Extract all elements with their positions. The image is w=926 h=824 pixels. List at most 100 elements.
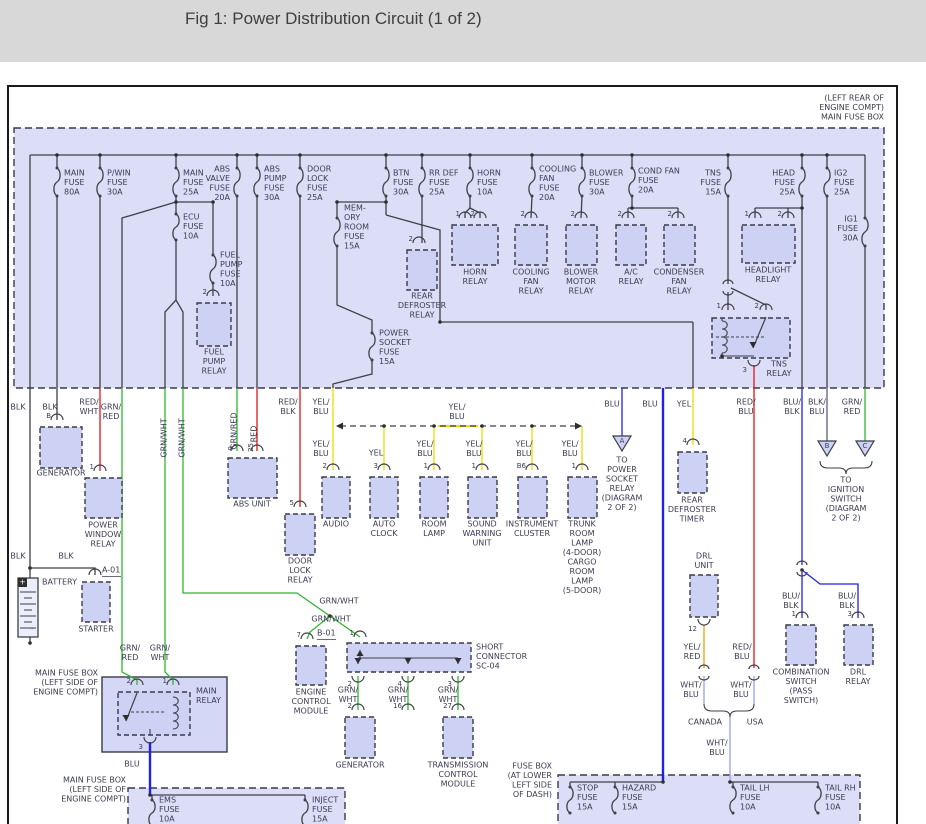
fuse-label-head-25a: HEAD: [772, 169, 795, 178]
junction-dot: [174, 200, 178, 204]
component-blower-motor-relay: [566, 225, 597, 265]
fuse-terminal: [212, 282, 215, 285]
pin-number: 2: [203, 288, 207, 296]
fuse-terminal: [236, 195, 239, 198]
component-label-auto-clock: CLOCK: [371, 529, 399, 538]
wire-label: CANADA: [688, 718, 723, 727]
fuse-terminal: [56, 167, 59, 170]
component-label-headlight-relay: RELAY: [756, 275, 781, 284]
junction-dot: [384, 153, 388, 157]
fuse-label-ecu-10a: ECU: [183, 213, 200, 222]
component-label-instrument-cluster: CLUSTER: [514, 529, 551, 538]
component-combination-switch: [786, 625, 816, 665]
fuse-terminal: [385, 195, 388, 198]
fuse-terminal: [801, 167, 804, 170]
wire-label: RED/: [736, 398, 756, 407]
component-label-door-lock-relay: RELAY: [288, 576, 313, 585]
wire-label: TNS: [770, 360, 787, 369]
component-label-cooling-fan-relay: RELAY: [519, 287, 544, 296]
component-horn-relay: [452, 225, 498, 265]
junction-dot: [98, 153, 102, 157]
fuse-label-abs-valve-20a: ABS: [214, 165, 230, 174]
fuse-label-ig1-30a: FUSE: [837, 224, 858, 233]
fuse-terminal: [569, 812, 572, 815]
junction-dot: [28, 566, 32, 570]
pin-number: 1: [472, 462, 476, 470]
component-drl-relay: [844, 625, 873, 665]
wire-label: (DIAGRAM: [602, 494, 643, 503]
component-label-rear-defroster-timer: TIMER: [679, 515, 705, 524]
fuse-terminal: [531, 167, 534, 170]
wire-label: YEL/: [311, 398, 329, 407]
wire-label: YEL/: [415, 440, 433, 449]
component-label-rear-defroster-relay: RELAY: [410, 311, 435, 320]
junction-dot: [432, 424, 436, 428]
wire-label: RED: [103, 412, 120, 421]
component-label-power-window-relay: POWER: [88, 521, 118, 530]
fuse-label-ecu-10a: FUSE: [183, 222, 204, 231]
arrowhead: [575, 423, 582, 430]
fuse-label-ig2-25a: IG2: [834, 169, 848, 178]
component-starter: [82, 582, 110, 622]
wire-label: BLU: [562, 449, 578, 458]
fuse-label-tail-rh-10a: 10A: [825, 803, 841, 812]
wire: [30, 568, 95, 575]
wire-label: YEL/: [514, 440, 532, 449]
fuse-label-tns-15a: TNS: [704, 169, 721, 178]
fuse-label-ems-10a: EMS: [159, 796, 176, 805]
junction-dot: [800, 206, 804, 210]
fuse-label-stop-15a: 15A: [577, 803, 593, 812]
wire-label: IGNITION: [828, 485, 864, 494]
component-room-lamp: [420, 477, 448, 518]
wire-label: BLU: [738, 407, 754, 416]
pin-number: 1: [90, 463, 94, 471]
component-label-trunk-room-lamp: ROOM: [569, 567, 594, 576]
fuse-label-memory-room-15a: MEM-: [344, 204, 366, 213]
wire-label: MAIN FUSE BOX: [821, 113, 885, 122]
fuse-terminal: [817, 786, 820, 789]
wire-label: GRN/RED: [230, 412, 239, 449]
wire-label: (LEFT REAR OF: [824, 94, 884, 103]
wire-label: GRN/: [150, 644, 171, 653]
component-label-short-connector-sc04: CONNECTOR: [476, 652, 528, 661]
wiring-diagram: MAINFUSE80AP/WINFUSE30AMAINFUSE25AECUFUS…: [0, 0, 926, 824]
component-label-abs-unit: ABS UNIT: [233, 500, 271, 509]
wire-label: GRN/WHT: [160, 418, 169, 457]
pin-number: 2: [471, 210, 475, 218]
wire-label: BLK: [10, 403, 26, 412]
triangle-letter: B: [825, 442, 830, 450]
component-label-generator-top: GENERATOR: [36, 469, 86, 478]
wire-label: MAIN FUSE BOX: [35, 669, 99, 678]
pin-number: 5: [290, 499, 294, 507]
component-label-transmission-control-module: MODULE: [441, 780, 476, 789]
wire-label: WHT: [339, 695, 358, 704]
wire-label: (AT LOWER: [508, 771, 553, 780]
fuse-label-fuel-pump-10a: 10A: [220, 279, 236, 288]
fuse-label-abs-pump-30a: ABS: [264, 165, 280, 174]
component-label-rear-defroster-relay: DEFROSTER: [398, 301, 447, 310]
component-audio: [322, 477, 350, 518]
fuse-label-door-lock-25a: DOOR: [307, 165, 332, 174]
wire-label: BLU: [313, 407, 329, 416]
fuse-label-main-80a: MAIN: [64, 169, 85, 178]
pin-number: 2: [409, 235, 413, 243]
fuse-label-stop-15a: STOP: [577, 784, 598, 793]
wire-label: RED/: [79, 398, 99, 407]
junction-dot: [235, 153, 239, 157]
battery-minus: -: [30, 624, 33, 634]
fuse-label-abs-valve-20a: 20A: [214, 193, 230, 202]
component-label-engine-control-module: ENGINE: [296, 688, 327, 697]
pin-number: 2: [755, 302, 759, 310]
wire-label: B-01: [317, 629, 336, 638]
component-label-starter: STARTER: [78, 625, 114, 634]
pin-number: 7: [297, 631, 301, 639]
wire-label: GRN/: [438, 686, 459, 695]
pin-number: 2: [323, 462, 327, 470]
component-label-sound-warning-unit: SOUND: [467, 520, 496, 529]
fuse-label-rr-def-25a: FUSE: [429, 178, 450, 187]
wire-label: RELAY: [767, 369, 792, 378]
fuse-label-main-25a: 25A: [183, 188, 199, 197]
wire-label: BLU/: [838, 592, 856, 601]
pin-number: 1: [456, 210, 460, 218]
fuse-terminal: [151, 799, 154, 802]
